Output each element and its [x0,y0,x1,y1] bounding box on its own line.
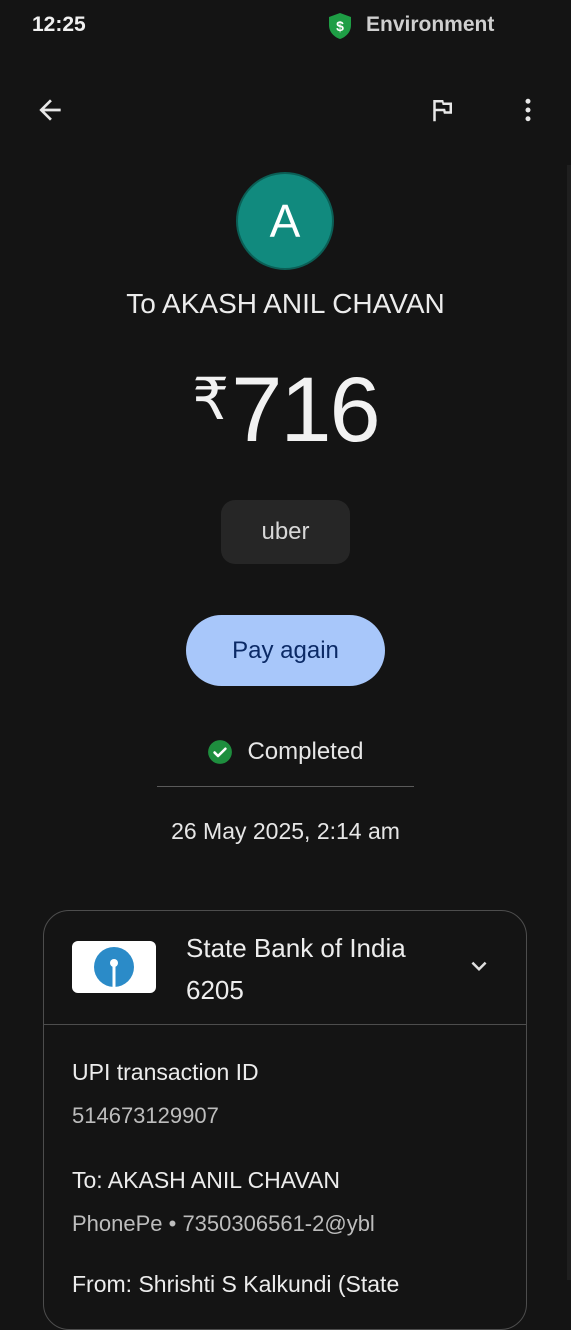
more-options-button[interactable] [506,88,550,132]
svg-text:$: $ [336,18,344,34]
sbi-logo [72,941,156,993]
bank-name: State Bank of India 6205 [186,927,406,1011]
report-button[interactable] [420,88,464,132]
upi-id-label: UPI transaction ID [72,1059,259,1085]
currency-symbol: ₹ [192,367,230,432]
from-label: From: Shrishti S Kalkundi (State [72,1271,400,1297]
payment-note: uber [221,500,350,564]
back-button[interactable] [28,88,72,132]
status-text: Completed [247,738,364,765]
top-app-bar [0,80,571,136]
bank-name-line1: State Bank of India [186,933,406,963]
bank-account-row[interactable]: State Bank of India 6205 [44,911,526,1025]
status-bar: 12:25 $ Environment [0,0,571,50]
transaction-details-card: State Bank of India 6205 UPI transaction… [43,910,527,1330]
flag-icon [433,100,452,122]
payment-status: Completed [0,738,571,766]
pay-again-button[interactable]: Pay again [186,615,385,686]
shield-dollar-icon: $ [329,13,351,39]
back-arrow-icon [39,99,61,121]
amount-value: 716 [231,359,380,461]
scrollbar[interactable] [567,165,571,1280]
payee-title: To AKASH ANIL CHAVAN [126,288,445,319]
status-time: 12:25 [32,13,86,36]
sbi-logo-icon [94,947,134,987]
to-value: PhonePe • 7350306561-2@ybl [72,1211,375,1236]
transaction-datetime: 26 May 2025, 2:14 am [171,818,400,844]
chevron-down-icon[interactable] [464,951,494,981]
avatar: A [236,172,334,270]
to-label: To: AKASH ANIL CHAVAN [72,1167,341,1193]
more-vert-icon [525,98,531,122]
check-circle-icon [208,740,233,764]
upi-id-value: 514673129907 [72,1103,219,1128]
divider [157,786,414,787]
environment-label: Environment [366,13,495,36]
amount: ₹716 [0,358,571,463]
bank-account-suffix: 6205 [186,975,244,1005]
